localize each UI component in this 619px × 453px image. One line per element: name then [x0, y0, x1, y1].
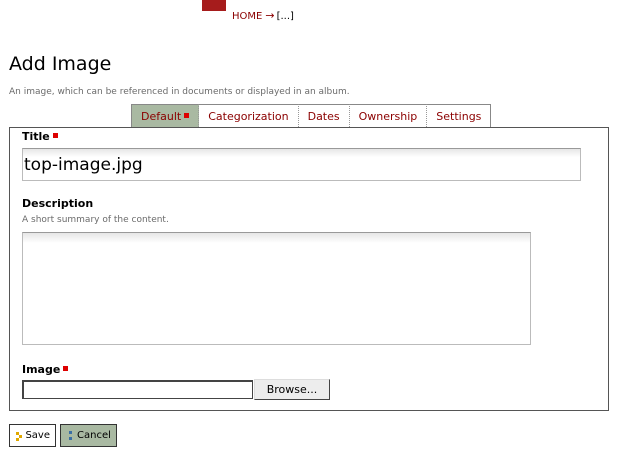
cancel-icon [67, 430, 75, 441]
breadcrumb-home-link[interactable]: HOME [232, 11, 262, 22]
title-input[interactable] [22, 148, 581, 181]
required-marker-icon [184, 113, 190, 118]
tab-dates-label: Dates [307, 110, 340, 123]
page-description: An image, which can be referenced in doc… [9, 87, 350, 97]
title-label-text: Title [22, 130, 50, 143]
description-textarea[interactable] [22, 232, 531, 345]
form-panel: Title Description A short summary of the… [9, 127, 609, 411]
required-marker-icon [63, 366, 69, 371]
tab-ownership[interactable]: Ownership [349, 104, 428, 127]
breadcrumb-current: [...] [276, 11, 294, 22]
save-icon [16, 431, 23, 441]
cancel-button[interactable]: Cancel [60, 424, 117, 447]
save-button-label: Save [25, 430, 50, 441]
image-file-path-input[interactable] [22, 380, 253, 399]
tab-categorization[interactable]: Categorization [199, 104, 299, 127]
form-tabs: Default Categorization Dates Ownership S… [131, 104, 492, 127]
breadcrumb: HOME → [...] [232, 9, 294, 22]
tab-categorization-label: Categorization [208, 110, 289, 123]
breadcrumb-arrow-icon: → [265, 9, 275, 22]
cancel-button-label: Cancel [77, 430, 111, 441]
image-label: Image [22, 363, 69, 376]
tab-dates[interactable]: Dates [298, 104, 350, 127]
required-marker-icon [52, 133, 58, 138]
title-label: Title [22, 130, 58, 143]
description-help: A short summary of the content. [22, 215, 169, 225]
tab-default[interactable]: Default [131, 104, 200, 127]
description-label: Description [22, 197, 94, 210]
tab-ownership-label: Ownership [358, 110, 418, 123]
site-logo-block [202, 0, 226, 11]
image-label-text: Image [22, 363, 61, 376]
browse-button[interactable]: Browse... [254, 379, 330, 400]
tab-default-label: Default [141, 110, 182, 123]
tab-settings[interactable]: Settings [427, 104, 492, 127]
page-title: Add Image [9, 53, 112, 75]
tab-settings-label: Settings [436, 110, 482, 123]
save-button[interactable]: Save [9, 424, 56, 447]
